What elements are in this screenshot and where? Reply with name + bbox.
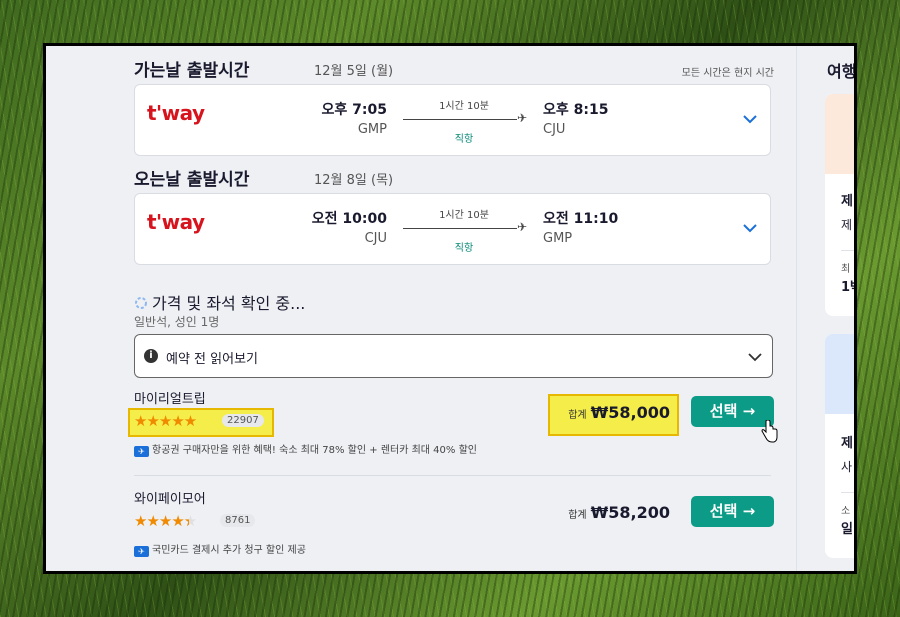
airline-logo: t'way — [147, 210, 205, 234]
sidebar-title: 여행 — [827, 62, 857, 81]
promo-badge-icon: ✈ — [134, 446, 149, 457]
departure-time: 오전 10:00 — [311, 211, 387, 227]
card-value: 1박 — [841, 280, 854, 295]
plane-icon: ✈ — [517, 111, 528, 125]
right-sidebar: 여행 제 제 최 1박 제 사 소 일 — [796, 46, 857, 571]
price-block: 합계 ₩58,200 — [568, 503, 670, 522]
total-price: ₩58,000 — [590, 403, 670, 422]
promo-label: 항공권 구매자만을 위한 혜택! 숙소 최대 78% 할인 + 렌터카 최대 4… — [152, 445, 477, 456]
departure-airport: GMP — [357, 122, 387, 137]
card-divider — [841, 250, 854, 251]
promo-text: ✈ 항공권 구매자만을 위한 혜택! 숙소 최대 78% 할인 + 렌터카 최대 … — [134, 441, 477, 457]
card-title: 제 — [841, 436, 853, 451]
chevron-down-icon — [748, 353, 762, 362]
direct-flight-label: 직항 — [454, 243, 474, 254]
promo-label: 국민카드 결제시 추가 청구 할인 제공 — [152, 545, 306, 556]
card-divider — [841, 492, 854, 493]
card-small-label: 소 — [841, 506, 851, 517]
arrival-airport: CJU — [543, 122, 566, 137]
outbound-flight-card[interactable]: t'way 오후 7:05 GMP 1시간 10분 ✈ 직항 오후 8:15 C… — [134, 84, 771, 156]
chevron-down-icon[interactable] — [742, 111, 758, 127]
plane-icon: ✈ — [517, 220, 528, 234]
card-title: 제 — [841, 194, 853, 209]
browser-window: 가는날 출발시간 12월 5일 (월) 모든 시간은 현지 시간 t'way 오… — [43, 43, 857, 574]
review-count: 22907 — [222, 414, 264, 427]
direct-flight-label: 직항 — [454, 134, 474, 145]
flight-duration: 1시간 10분 — [439, 101, 489, 112]
departure-block: 오전 10:00 CJU — [307, 208, 387, 246]
price-block: 합계 ₩58,000 — [568, 403, 670, 422]
departure-time: 오후 7:05 — [321, 102, 387, 118]
card-subtitle: 제 — [841, 218, 853, 232]
info-icon: i — [144, 349, 158, 363]
card-value: 일 — [841, 522, 853, 537]
arrival-time: 오후 8:15 — [543, 102, 609, 118]
select-button[interactable]: 선택 → — [691, 496, 774, 527]
promo-text: ✈ 국민카드 결제시 추가 청구 할인 제공 — [134, 541, 306, 557]
departure-airport: CJU — [364, 231, 387, 246]
read-before-booking-dropdown[interactable]: i 예약 전 읽어보기 — [134, 334, 773, 378]
provider-row: 와이페이모어 ★★★★★ 8761 ✈ 국민카드 결제시 추가 청구 할인 제공 … — [134, 488, 774, 571]
total-price: ₩58,200 — [590, 503, 670, 522]
route-line — [403, 228, 517, 229]
review-count: 8761 — [220, 514, 256, 527]
read-before-booking-label: 예약 전 읽어보기 — [166, 352, 258, 367]
timezone-note: 모든 시간은 현지 시간 — [681, 68, 774, 79]
provider-name: 마이리얼트립 — [134, 392, 206, 407]
route-line — [403, 119, 517, 120]
promo-badge-icon: ✈ — [134, 546, 149, 557]
departure-block: 오후 7:05 GMP — [307, 99, 387, 137]
provider-divider — [134, 475, 771, 476]
provider-name: 와이페이모어 — [134, 492, 206, 507]
inbound-title: 오는날 출발시간 — [134, 170, 250, 190]
outbound-header: 가는날 출발시간 12월 5일 (월) 모든 시간은 현지 시간 — [134, 50, 774, 81]
inbound-header: 오는날 출발시간 12월 8일 (목) — [134, 159, 774, 190]
inbound-date: 12월 8일 (목) — [314, 173, 394, 188]
sidebar-card[interactable]: 제 사 소 일 — [825, 334, 854, 558]
flight-duration: 1시간 10분 — [439, 210, 489, 221]
card-small-label: 최 — [841, 264, 851, 275]
hand-cursor-icon — [761, 420, 778, 443]
airline-logo: t'way — [147, 101, 205, 125]
inbound-flight-card[interactable]: t'way 오전 10:00 CJU 1시간 10분 ✈ 직항 오전 11:10… — [134, 193, 771, 265]
loading-status: 가격 및 좌석 확인 중... — [134, 290, 305, 314]
total-label: 합계 — [568, 410, 587, 421]
arrival-block: 오전 11:10 GMP — [543, 208, 623, 246]
outbound-title: 가는날 출발시간 — [134, 61, 250, 81]
loading-spinner-icon — [135, 297, 147, 309]
arrival-time: 오전 11:10 — [543, 211, 619, 227]
cabin-passenger-info: 일반석, 성인 1명 — [134, 315, 220, 329]
outbound-date: 12월 5일 (월) — [314, 64, 394, 79]
arrival-airport: GMP — [543, 231, 573, 246]
chevron-down-icon[interactable] — [742, 220, 758, 236]
arrival-block: 오후 8:15 CJU — [543, 99, 623, 137]
sidebar-card[interactable]: 제 제 최 1박 — [825, 94, 854, 316]
star-rating: ★★★★★ — [134, 512, 197, 530]
card-subtitle: 사 — [841, 460, 853, 474]
loading-text: 가격 및 좌석 확인 중... — [152, 294, 306, 313]
star-rating: ★★★★★ — [134, 412, 197, 430]
provider-row: 마이리얼트립 ★★★★★ 22907 ✈ 항공권 구매자만을 위한 혜택! 숙소 … — [128, 388, 774, 484]
card-banner — [825, 334, 854, 414]
card-banner — [825, 94, 854, 174]
total-label: 합계 — [568, 510, 587, 521]
